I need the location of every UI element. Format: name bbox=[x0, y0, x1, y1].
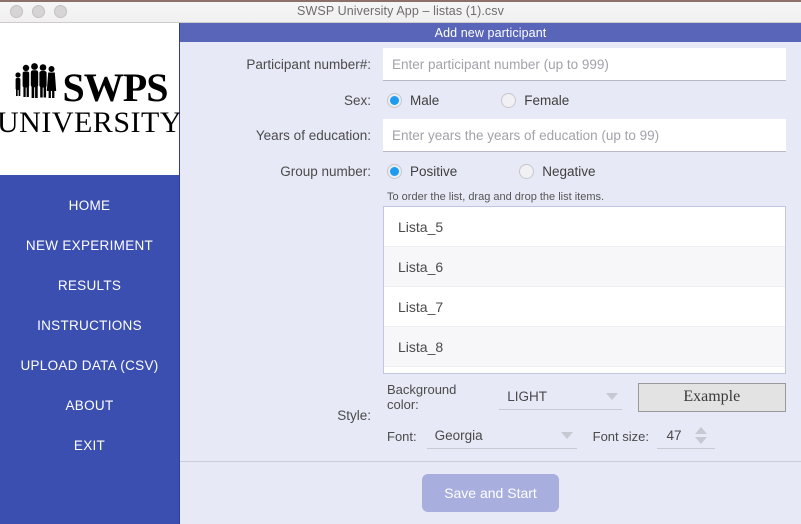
sidebar-item-instructions[interactable]: INSTRUCTIONS bbox=[0, 305, 179, 345]
sidebar-item-upload-data[interactable]: UPLOAD DATA (CSV) bbox=[0, 345, 179, 385]
chevron-down-icon bbox=[605, 393, 618, 400]
radio-unselected-icon bbox=[519, 163, 535, 179]
font-select[interactable]: Georgia bbox=[426, 423, 577, 449]
sidebar-menu: HOME NEW EXPERIMENT RESULTS INSTRUCTIONS… bbox=[0, 175, 179, 465]
sidebar-item-home[interactable]: HOME bbox=[0, 185, 179, 225]
radio-selected-icon bbox=[387, 92, 402, 108]
participant-form: Participant number#: Sex: Male bbox=[180, 42, 801, 449]
education-row: Years of education: bbox=[185, 119, 786, 152]
radio-selected-icon bbox=[387, 163, 402, 179]
radio-unselected-icon bbox=[501, 92, 517, 108]
panel-title: Add new participant bbox=[180, 23, 801, 42]
group-radio-positive[interactable]: Positive bbox=[387, 163, 458, 179]
background-color-label: Background color: bbox=[387, 382, 457, 412]
sex-radio-group: Male Female bbox=[383, 85, 786, 115]
logo-word: SWPS bbox=[62, 65, 169, 111]
sex-row: Sex: Male Female bbox=[185, 85, 786, 115]
group-option-positive-label: Positive bbox=[410, 163, 458, 179]
logo-panel: SWPS UNIVERSITY bbox=[0, 23, 182, 175]
style-section: Style: Background color: LIGHT Example F… bbox=[185, 382, 786, 449]
education-input[interactable] bbox=[383, 119, 786, 152]
group-option-negative-label: Negative bbox=[542, 163, 596, 179]
group-number-label: Group number: bbox=[280, 163, 371, 179]
sex-radio-male[interactable]: Male bbox=[387, 92, 440, 108]
style-label: Style: bbox=[337, 408, 371, 423]
participant-number-label: Participant number#: bbox=[246, 57, 371, 72]
list-item[interactable]: Lista_8 bbox=[384, 327, 785, 367]
sex-option-female-label: Female bbox=[524, 92, 570, 108]
list-item[interactable]: Lista_5 bbox=[384, 207, 785, 247]
save-and-start-button[interactable]: Save and Start bbox=[422, 474, 559, 512]
stepper-up-icon[interactable] bbox=[694, 427, 707, 434]
sidebar: SWPS UNIVERSITY HOME NEW EXPERIMENT RESU… bbox=[0, 23, 182, 524]
font-value: Georgia bbox=[434, 428, 483, 443]
education-label: Years of education: bbox=[255, 128, 371, 143]
main-panel: Add new participant Participant number#:… bbox=[180, 23, 801, 524]
background-color-select[interactable]: LIGHT bbox=[499, 384, 622, 410]
window-titlebar: SWSP University App – listas (1).csv bbox=[0, 0, 801, 23]
sidebar-item-new-experiment[interactable]: NEW EXPERIMENT bbox=[0, 225, 179, 265]
font-size-stepper[interactable]: 47 bbox=[656, 423, 715, 449]
font-label: Font: bbox=[387, 428, 417, 444]
sidebar-item-results[interactable]: RESULTS bbox=[0, 265, 179, 305]
font-size-value: 47 bbox=[666, 428, 682, 443]
chevron-down-icon bbox=[560, 432, 573, 439]
lists-listbox[interactable]: Lista_5 Lista_6 Lista_7 Lista_8 bbox=[383, 206, 786, 374]
stepper-down-icon[interactable] bbox=[694, 437, 707, 444]
font-size-label: Font size: bbox=[592, 428, 649, 444]
group-radio-group: Positive Negative bbox=[383, 156, 786, 186]
sidebar-item-about[interactable]: ABOUT bbox=[0, 385, 179, 425]
group-number-row: Group number: Positive Negative bbox=[185, 156, 786, 186]
sidebar-item-exit[interactable]: EXIT bbox=[0, 425, 179, 465]
list-item[interactable]: Lista_6 bbox=[384, 247, 785, 287]
logo-subtitle: UNIVERSITY bbox=[0, 105, 182, 139]
sex-option-male-label: Male bbox=[410, 92, 440, 108]
sex-radio-female[interactable]: Female bbox=[501, 92, 570, 108]
sex-label: Sex: bbox=[343, 92, 371, 108]
panel-footer: Save and Start bbox=[180, 461, 801, 524]
list-hint: To order the list, drag and drop the lis… bbox=[387, 191, 605, 203]
window-title: SWSP University App – listas (1).csv bbox=[297, 4, 504, 18]
stepper-arrows bbox=[691, 427, 715, 444]
list-row: To order the list, drag and drop the lis… bbox=[185, 190, 786, 374]
participant-number-input[interactable] bbox=[383, 48, 786, 81]
list-item[interactable]: Lista_7 bbox=[384, 287, 785, 327]
example-button[interactable]: Example bbox=[637, 382, 786, 412]
participant-number-row: Participant number#: bbox=[185, 48, 786, 81]
background-color-line: Background color: LIGHT Example bbox=[383, 382, 786, 412]
people-silhouette-icon bbox=[12, 61, 58, 106]
app-window: SWSP University App – listas (1).csv SWP… bbox=[0, 0, 801, 524]
group-radio-negative[interactable]: Negative bbox=[519, 163, 596, 179]
background-color-value: LIGHT bbox=[507, 389, 548, 404]
font-line: Font: Georgia Font size: 47 bbox=[383, 423, 786, 449]
